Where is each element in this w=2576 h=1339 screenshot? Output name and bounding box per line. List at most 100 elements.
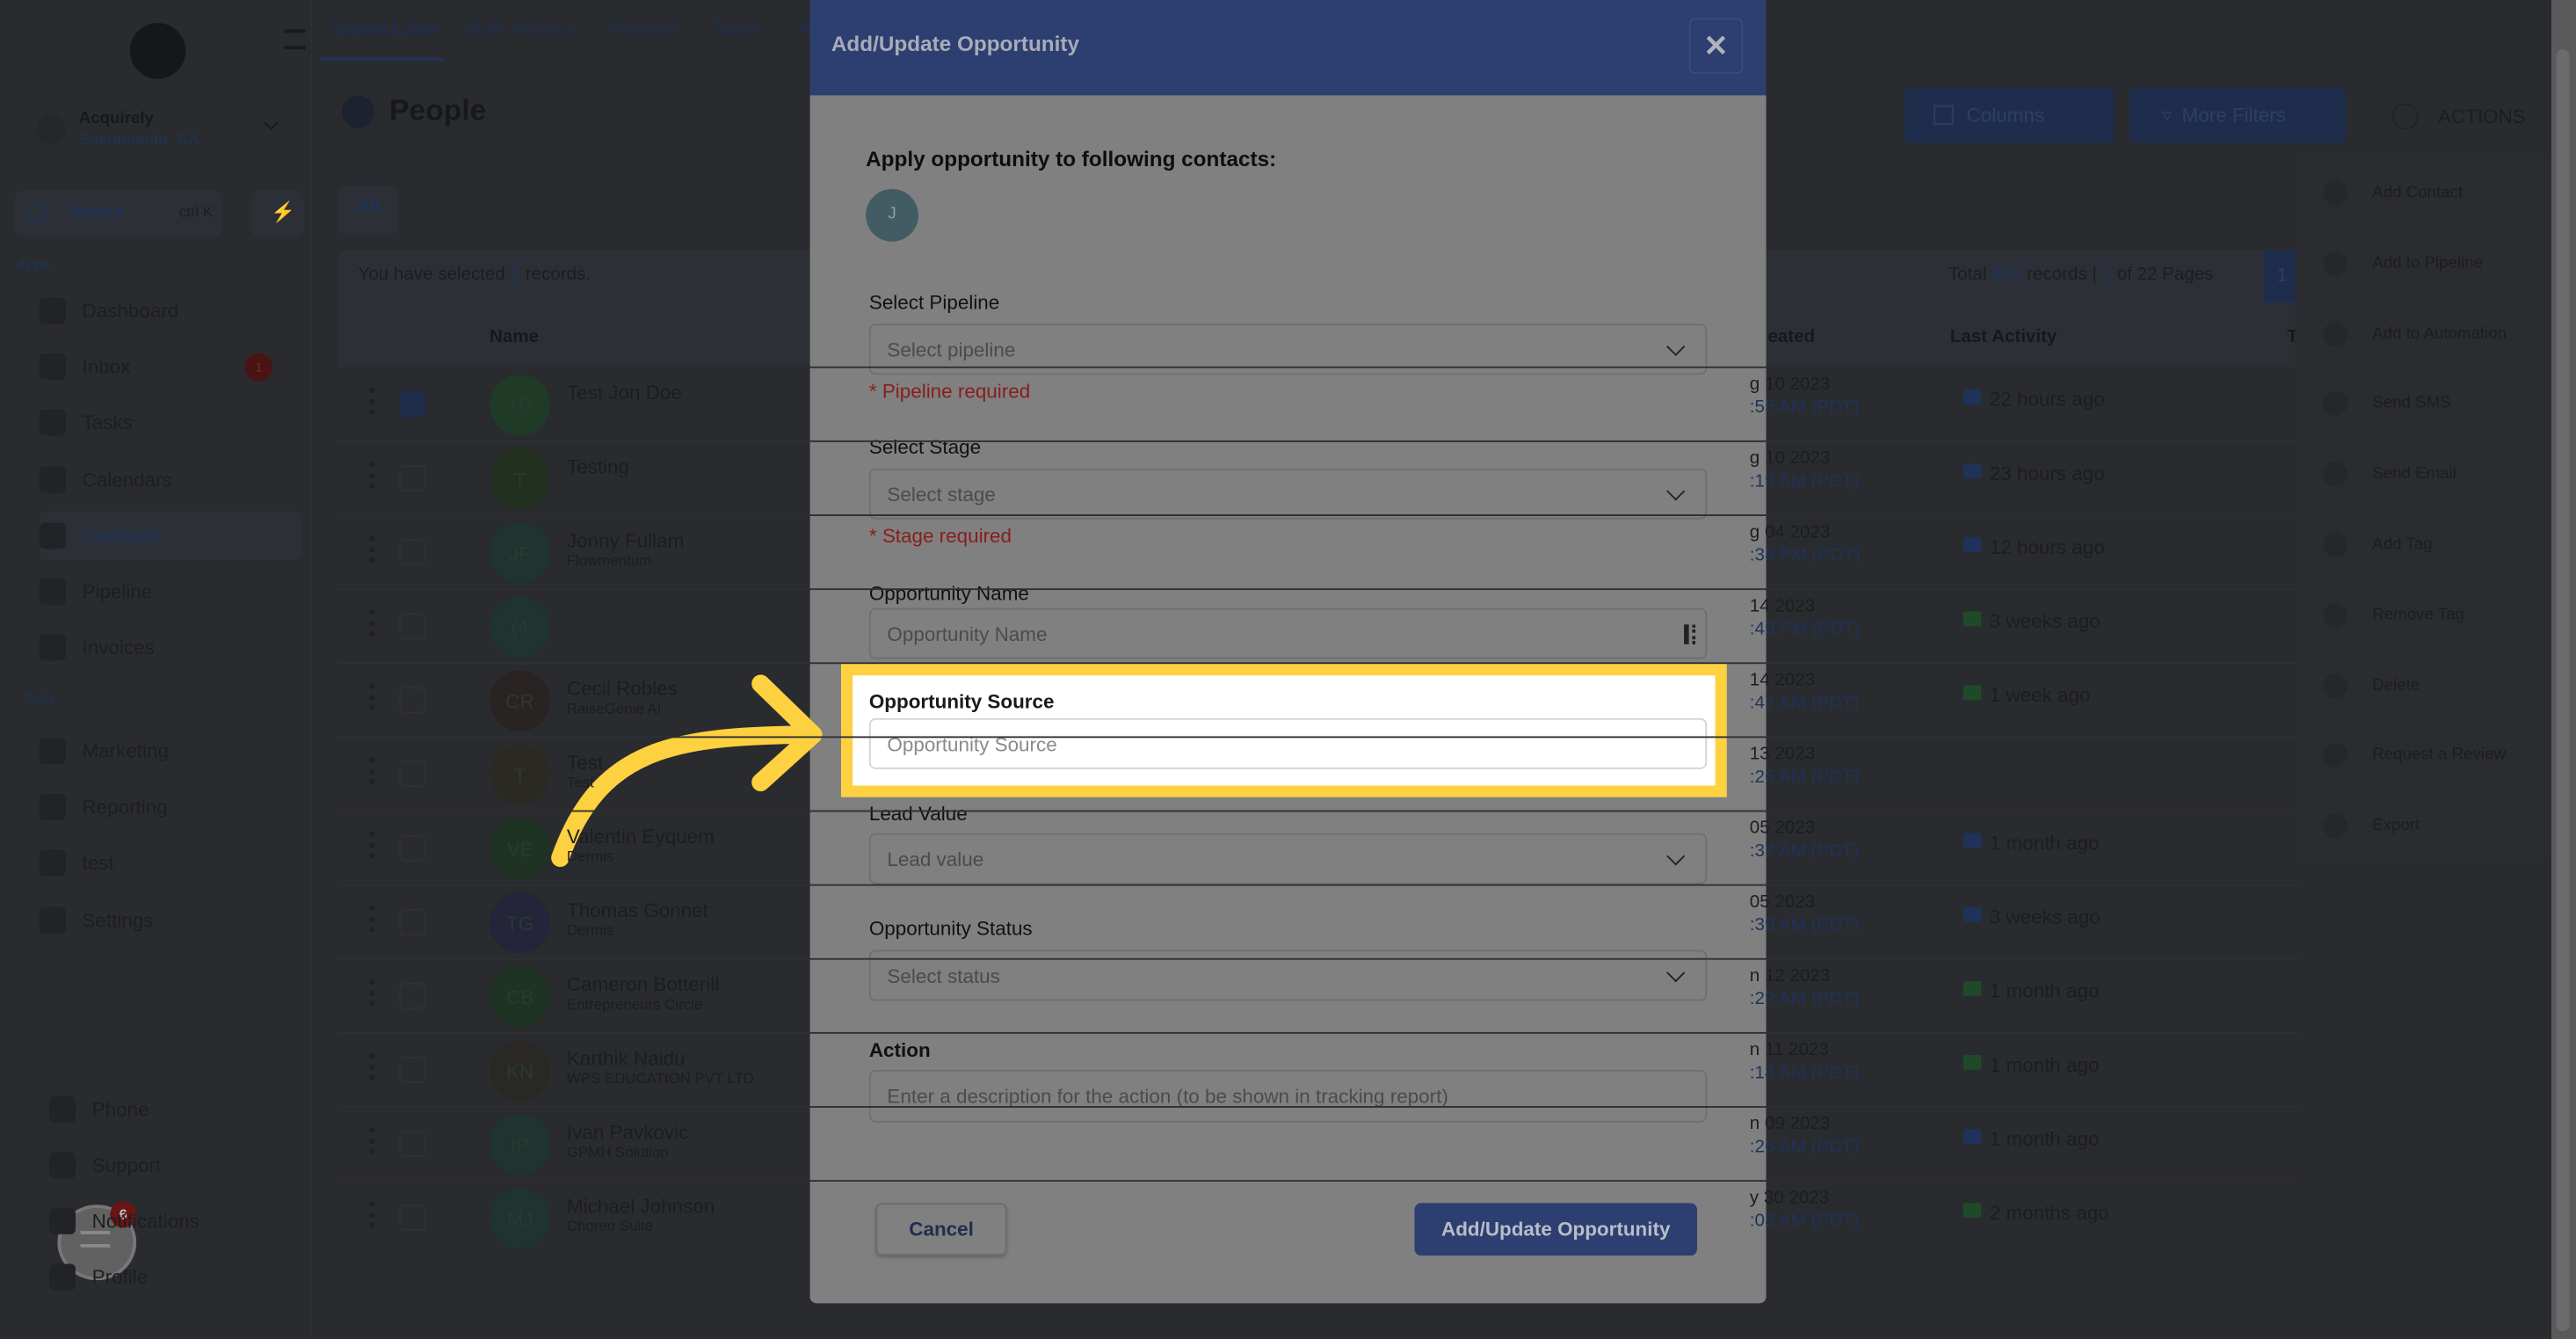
row-checkbox[interactable] — [399, 760, 426, 788]
table-row[interactable]: ✓ TD Test Jon Doe g 10 2023 :55 AM (PDT)… — [337, 366, 2301, 440]
action-add-to-pipeline[interactable]: Add to Pipeline — [2323, 251, 2483, 276]
sidebar-item-phone[interactable]: Phone — [49, 1085, 312, 1134]
sidebar-item-calendars[interactable]: Calendars — [39, 455, 302, 504]
row-checkbox[interactable] — [399, 1056, 426, 1083]
sidebar-item-marketing[interactable]: Marketing — [39, 726, 302, 775]
contact-name[interactable]: Cecil Robles — [567, 677, 678, 700]
row-menu-icon[interactable] — [369, 609, 375, 637]
row-menu-icon[interactable] — [369, 1201, 375, 1228]
avatar: VE — [490, 818, 551, 880]
invoices-icon — [39, 634, 66, 661]
row-checkbox[interactable] — [399, 908, 426, 935]
created-time: :29 AM (PDT) — [1749, 989, 1860, 1009]
action-add-to-automation[interactable]: Add to Automation — [2323, 321, 2507, 346]
table-row[interactable]: MJ Michael Johnson Choreo Suite y 30 202… — [337, 1180, 2301, 1254]
row-menu-icon[interactable] — [369, 979, 375, 1007]
table-row[interactable]: VE Valentin Eyquem Dermis 05 2023 :37 AM… — [337, 810, 2301, 884]
sms-icon — [1963, 611, 1982, 627]
sidebar-item-pipeline[interactable]: Pipeline — [39, 567, 302, 616]
row-menu-icon[interactable] — [369, 905, 375, 932]
sidebar-item-test[interactable]: test — [39, 839, 302, 888]
contact-name[interactable]: Ivan Pavkovic — [567, 1121, 688, 1144]
sidebar-item-dashboard[interactable]: Dashboard — [39, 286, 302, 335]
tab-bulk-actions[interactable]: Bulk Actions — [468, 17, 576, 40]
add-tag-icon — [2323, 532, 2348, 557]
row-checkbox[interactable] — [399, 1204, 426, 1232]
action-send-email[interactable]: Send Email — [2323, 462, 2456, 487]
table-row[interactable]: TG Thomas Gonnet Dermis 05 2023 :39 AM (… — [337, 884, 2301, 958]
sidebar-item-reporting[interactable]: Reporting — [39, 782, 302, 832]
sidebar-item-inbox[interactable]: Inbox 1 — [39, 342, 302, 391]
table-row[interactable]: KN Karthik Naidu WPS EDUCATION PVT LTD n… — [337, 1031, 2301, 1106]
add-to-pipeline-icon — [2323, 251, 2348, 276]
action-add-contact[interactable]: Add Contact — [2323, 180, 2463, 206]
none-icon — [1963, 760, 1982, 775]
created-time: :26 AM (PDT) — [1749, 1137, 1860, 1157]
action-export[interactable]: Export — [2323, 813, 2420, 839]
action-label: Request a Review — [2372, 746, 2506, 765]
action-add-tag[interactable]: Add Tag — [2323, 532, 2433, 557]
action-request-a-review[interactable]: Request a Review — [2323, 743, 2506, 768]
row-checkbox[interactable] — [399, 1131, 426, 1157]
row-menu-icon[interactable] — [369, 535, 375, 563]
contact-company: Entrepreneurs Circle — [566, 995, 703, 1013]
table-row[interactable]: CR Cecil Robles RaiseGenie AI 14 2023 :4… — [337, 662, 2301, 736]
sms-icon — [1963, 980, 1982, 996]
sidebar-item-profile[interactable]: Profile — [49, 1252, 312, 1301]
row-menu-icon[interactable] — [369, 1053, 375, 1081]
row-menu-icon[interactable] — [369, 683, 375, 710]
avatar: TG — [490, 892, 551, 954]
table-row[interactable]: (4 14 2023 :49 PM (PDT) 3 weeks ago — [337, 588, 2301, 662]
sidebar-item-settings[interactable]: Settings — [39, 895, 302, 944]
row-checkbox[interactable] — [399, 465, 426, 491]
sidebar-item-support[interactable]: Support — [49, 1140, 312, 1190]
sidebar-item-tasks[interactable]: Tasks — [39, 398, 302, 448]
tab-smart-lists[interactable]: Smart Lists — [332, 17, 439, 40]
created-date: y 30 2023 — [1749, 1188, 1830, 1208]
email-icon — [1963, 1129, 1982, 1145]
row-checkbox[interactable] — [399, 982, 426, 1009]
table-row[interactable]: IP Ivan Pavkovic GPMH Solution n 09 2023… — [337, 1106, 2301, 1180]
created-time: :38 PM (PDT) — [1749, 545, 1861, 566]
table-row[interactable]: JF Jonny Fullam Flowmentum g 04 2023 :38… — [337, 514, 2301, 588]
add-contact-icon — [2323, 180, 2348, 206]
tab-a[interactable]: A — [797, 17, 810, 40]
row-checkbox[interactable] — [399, 539, 426, 566]
row-checkbox[interactable]: ✓ — [399, 390, 426, 418]
action-label: Add to Pipeline — [2372, 254, 2484, 273]
contact-name[interactable]: Test Jon Doe — [567, 382, 682, 404]
remove-tag-icon — [2323, 602, 2348, 628]
created-date: n 11 2023 — [1749, 1040, 1829, 1060]
last-activity: 23 hours ago — [1989, 462, 2105, 485]
tab-tasks[interactable]: Tasks — [711, 17, 761, 40]
contact-name[interactable]: Thomas Gonnet — [567, 899, 708, 922]
row-menu-icon[interactable] — [369, 757, 375, 784]
table-row[interactable]: T Test Test 13 2023 :26 AM (PDT) — [337, 736, 2301, 810]
row-checkbox[interactable] — [399, 834, 426, 862]
contact-name[interactable]: Michael Johnson — [567, 1195, 715, 1218]
contact-name[interactable]: Cameron Botterill — [567, 973, 719, 996]
row-menu-icon[interactable] — [369, 462, 375, 489]
row-menu-icon[interactable] — [369, 831, 375, 858]
table-row[interactable]: T Testing g 10 2023 :19 AM (PDT) 23 hour… — [337, 440, 2301, 514]
contact-name[interactable]: Test — [567, 751, 603, 774]
table-row[interactable]: CB Cameron Botterill Entrepreneurs Circl… — [337, 957, 2301, 1032]
contact-name[interactable]: Valentin Eyquem — [567, 825, 715, 848]
send-email-icon — [2323, 462, 2348, 487]
contact-name[interactable]: Karthik Naidu — [567, 1047, 686, 1070]
sidebar-item-notifications[interactable]: Notifications — [49, 1197, 312, 1246]
contact-name[interactable]: Testing — [567, 455, 629, 478]
tab-restore[interactable]: Restore — [610, 17, 679, 40]
sidebar-item-contacts[interactable]: Contacts — [39, 510, 302, 561]
row-checkbox[interactable] — [399, 687, 426, 714]
sidebar-item-invoices[interactable]: Invoices — [39, 623, 302, 673]
row-checkbox[interactable] — [399, 613, 426, 640]
row-menu-icon[interactable] — [369, 388, 375, 415]
action-remove-tag[interactable]: Remove Tag — [2323, 602, 2464, 628]
sidebar-item-label: Calendars — [82, 467, 172, 491]
action-delete[interactable]: Delete — [2323, 673, 2420, 698]
action-send-sms[interactable]: Send SMS — [2323, 391, 2451, 417]
row-menu-icon[interactable] — [369, 1127, 375, 1154]
reporting-icon — [39, 794, 66, 821]
contact-name[interactable]: Jonny Fullam — [567, 529, 684, 552]
